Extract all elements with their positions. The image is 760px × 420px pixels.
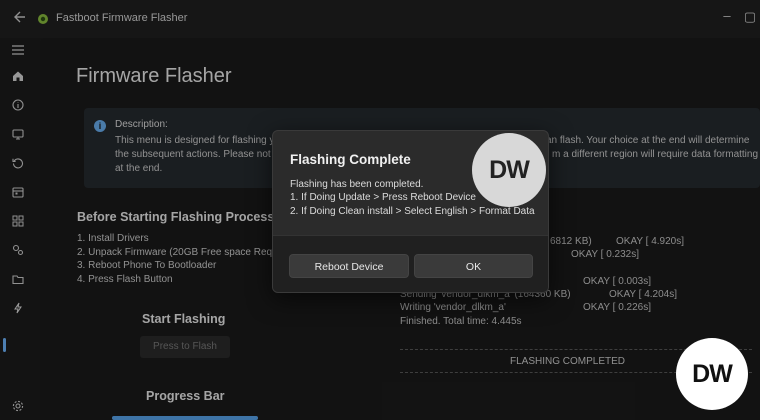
dialog-title: Flashing Complete bbox=[290, 152, 411, 167]
dialog-message-line: Flashing has been completed. bbox=[290, 179, 424, 190]
reboot-device-button[interactable]: Reboot Device bbox=[289, 254, 409, 278]
watermark-logo: DW bbox=[676, 338, 748, 410]
dialog-footer: Reboot Device OK bbox=[273, 235, 548, 292]
dialog-message-line: 1. If Doing Update > Press Reboot Device bbox=[290, 192, 476, 203]
dialog-message-line: 2. If Doing Clean install > Select Engli… bbox=[290, 206, 535, 217]
ok-button[interactable]: OK bbox=[414, 254, 533, 278]
watermark-logo: DW bbox=[472, 133, 546, 207]
